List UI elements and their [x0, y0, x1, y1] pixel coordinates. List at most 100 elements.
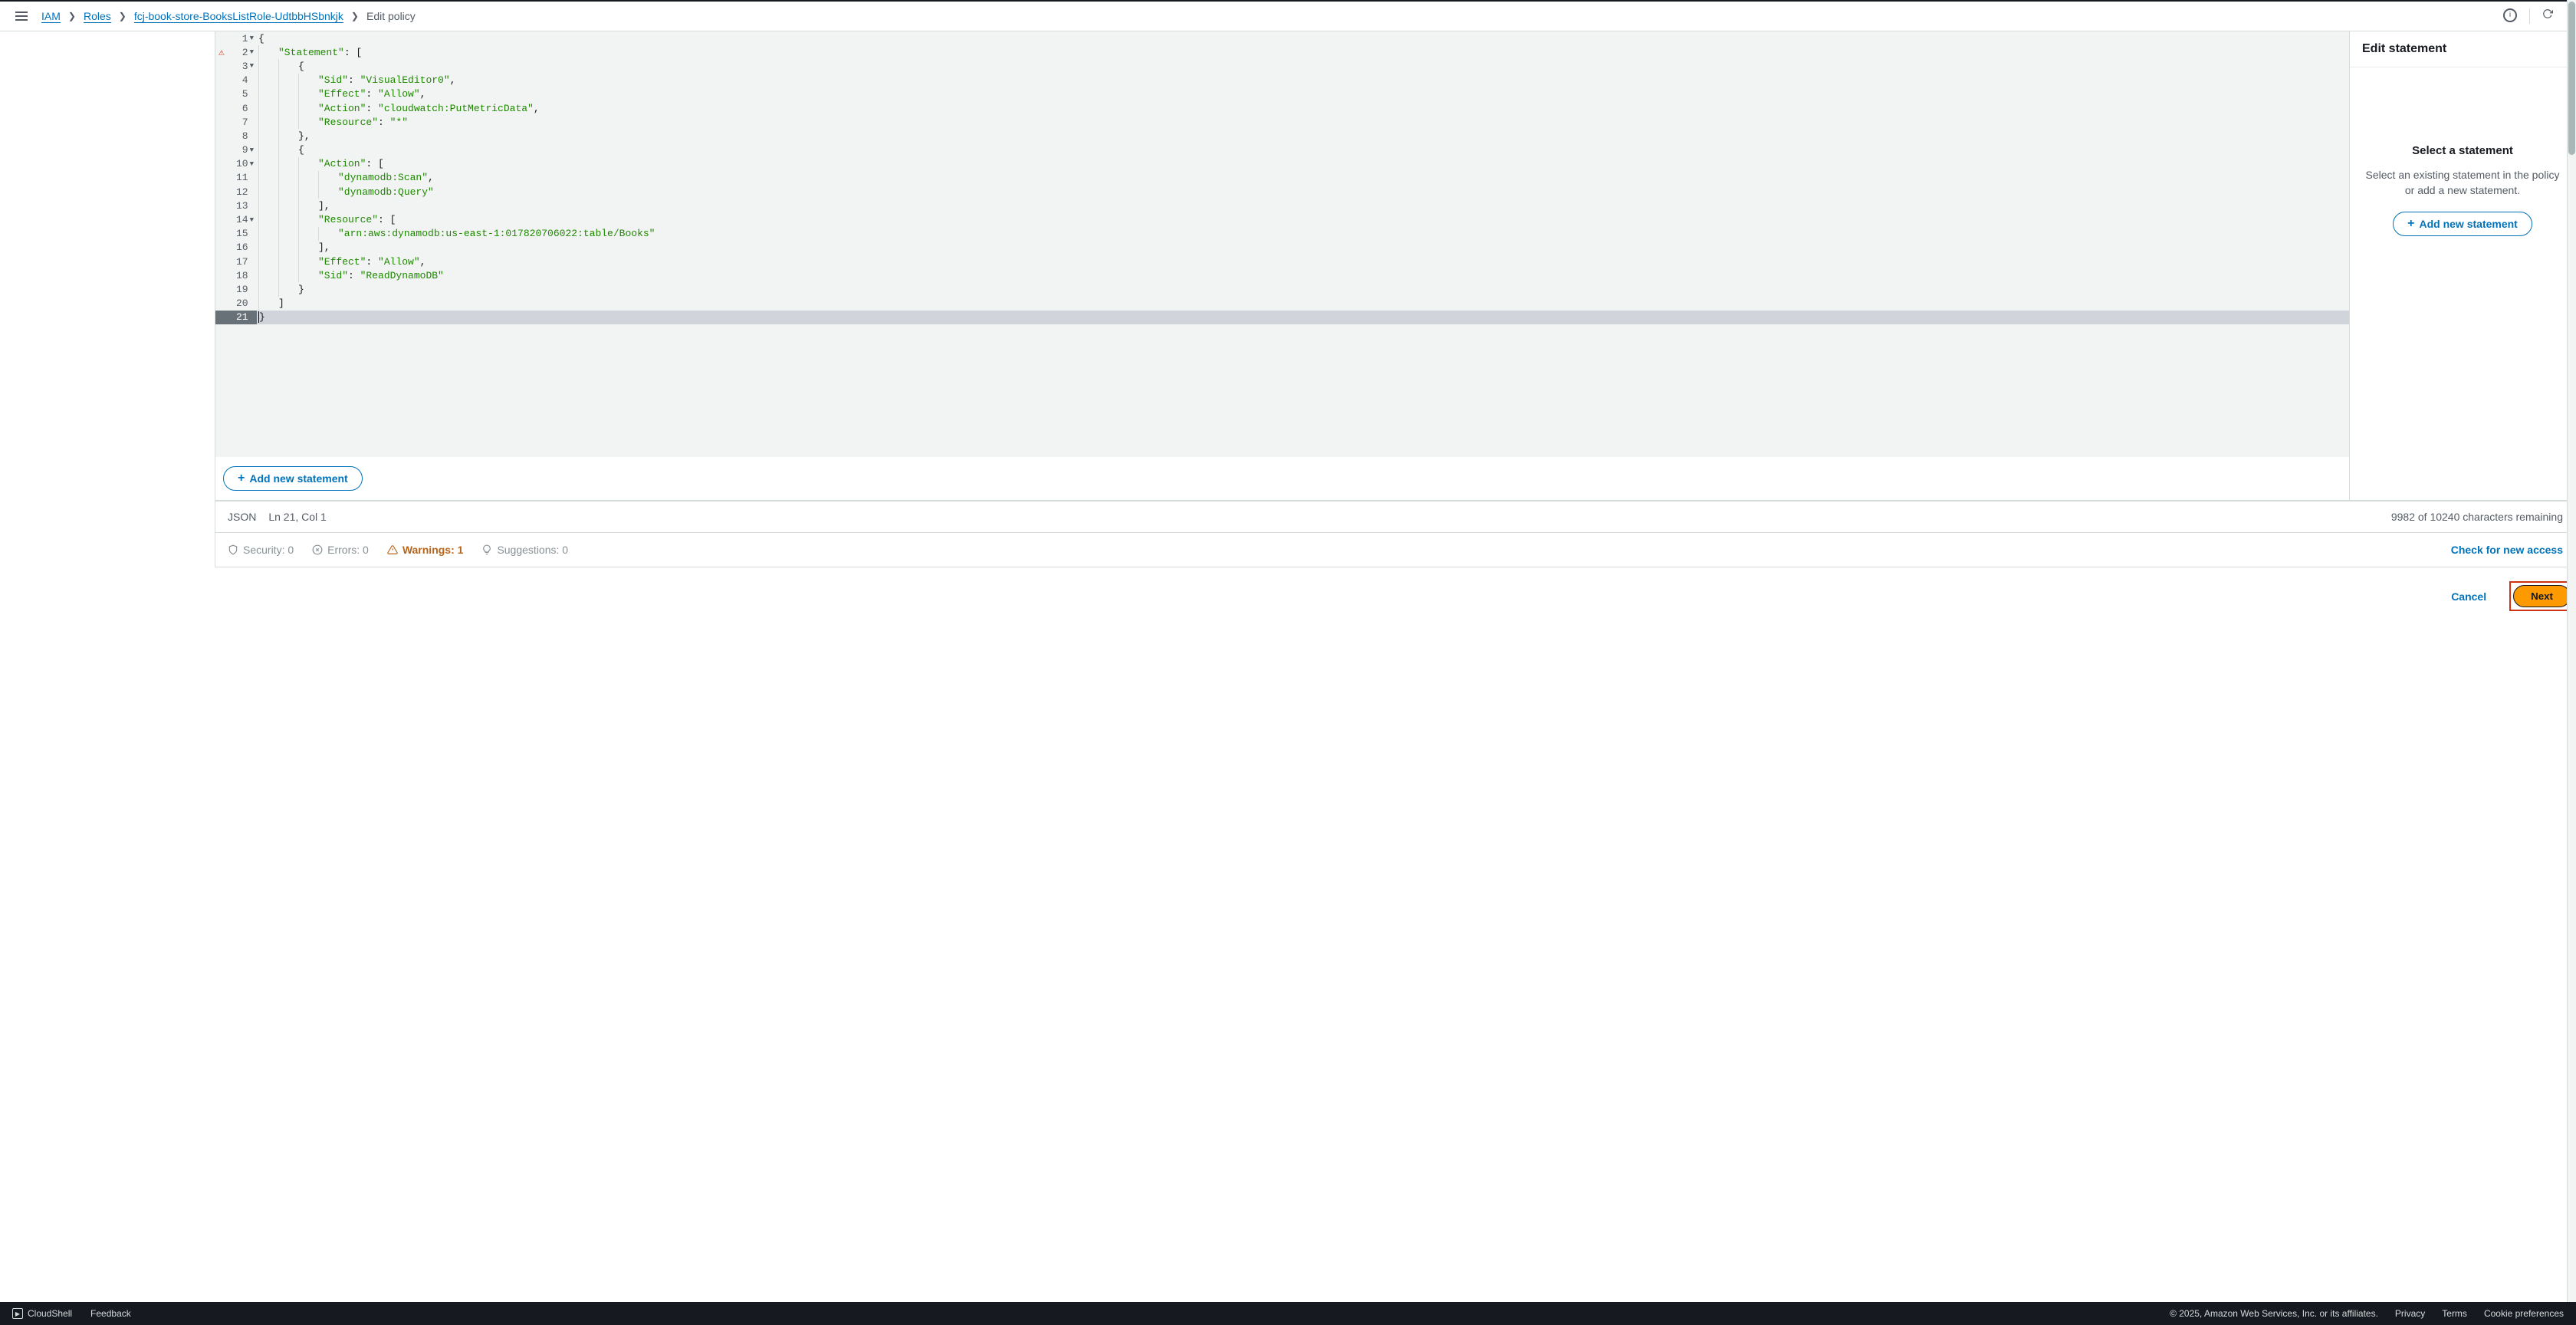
code-editor-panel: 1▼⚠2▼3▼4▼5▼6▼7▼8▼9▼10▼11▼12▼13▼14▼15▼16▼… — [215, 31, 2350, 501]
side-add-statement-label: Add new statement — [2419, 218, 2517, 230]
bottom-bar: ▶ CloudShell Feedback © 2025, Amazon Web… — [0, 1302, 2576, 1325]
gutter-line[interactable]: 7▼ — [215, 115, 257, 129]
gutter-line[interactable]: 3▼ — [215, 59, 257, 73]
next-button[interactable]: Next — [2513, 585, 2571, 607]
gutter-line[interactable]: 20▼ — [215, 297, 257, 311]
fold-caret-icon[interactable]: ▼ — [250, 146, 254, 154]
side-add-statement-button[interactable]: + Add new statement — [2393, 212, 2532, 236]
privacy-link[interactable]: Privacy — [2395, 1308, 2425, 1319]
suggestions-count[interactable]: Suggestions: 0 — [481, 544, 568, 556]
breadcrumb-iam[interactable]: IAM — [41, 10, 61, 23]
check-new-access-link[interactable]: Check for new access — [2451, 544, 2563, 556]
warning-icon: ⚠ — [219, 47, 225, 58]
cloudshell-button[interactable]: ▶ CloudShell — [12, 1308, 72, 1319]
plus-icon: + — [2407, 217, 2414, 231]
gutter-line[interactable]: 6▼ — [215, 101, 257, 115]
action-bar: Cancel Next — [215, 567, 2576, 625]
fold-caret-icon[interactable]: ▼ — [250, 62, 254, 70]
gutter-line[interactable]: 11▼ — [215, 171, 257, 185]
code-line[interactable]: "arn:aws:dynamodb:us-east-1:017820706022… — [257, 227, 2349, 241]
breadcrumb-current: Edit policy — [366, 10, 416, 22]
gutter-line[interactable]: 5▼ — [215, 87, 257, 101]
scrollbar-thumb[interactable] — [2568, 2, 2575, 155]
status-language: JSON — [228, 511, 256, 523]
code-line[interactable]: "Sid": "VisualEditor0", — [257, 74, 2349, 87]
select-statement-heading: Select a statement — [2365, 144, 2560, 157]
code-line[interactable]: "dynamodb:Query" — [257, 185, 2349, 199]
code-line[interactable]: } — [257, 311, 2349, 324]
chevron-right-icon: ❯ — [351, 11, 359, 21]
copyright-text: © 2025, Amazon Web Services, Inc. or its… — [2170, 1308, 2378, 1319]
shield-icon — [228, 544, 238, 555]
code-line[interactable]: "Action": "cloudwatch:PutMetricData", — [257, 101, 2349, 115]
security-count[interactable]: Security: 0 — [228, 544, 294, 556]
error-icon — [312, 544, 323, 555]
gutter-line[interactable]: 10▼ — [215, 157, 257, 171]
add-new-statement-button[interactable]: + Add new statement — [223, 466, 363, 491]
warnings-count[interactable]: Warnings: 1 — [387, 544, 464, 556]
gutter-line[interactable]: 14▼ — [215, 212, 257, 226]
gutter-line[interactable]: 18▼ — [215, 268, 257, 282]
code-line[interactable]: "Effect": "Allow", — [257, 255, 2349, 268]
refresh-icon[interactable] — [2542, 8, 2553, 19]
code-line[interactable]: "Resource": [ — [257, 212, 2349, 226]
feedback-link[interactable]: Feedback — [90, 1308, 131, 1319]
gutter-line[interactable]: 16▼ — [215, 241, 257, 255]
top-nav-bar: IAM ❯ Roles ❯ fcj-book-store-BooksListRo… — [0, 0, 2576, 31]
fold-caret-icon[interactable]: ▼ — [250, 48, 254, 56]
select-statement-body: Select an existing statement in the poli… — [2365, 168, 2560, 198]
code-line[interactable]: }, — [257, 129, 2349, 143]
status-cursor-pos: Ln 21, Col 1 — [268, 511, 327, 523]
cancel-button[interactable]: Cancel — [2436, 584, 2502, 609]
code-line[interactable]: { — [257, 59, 2349, 73]
chevron-right-icon: ❯ — [119, 11, 127, 21]
code-line[interactable]: "Effect": "Allow", — [257, 87, 2349, 101]
terminal-icon: ▶ — [12, 1308, 23, 1319]
code-line[interactable]: "dynamodb:Scan", — [257, 171, 2349, 185]
code-line[interactable]: "Resource": "*" — [257, 115, 2349, 129]
code-line[interactable]: { — [257, 31, 2349, 45]
breadcrumb-role-name[interactable]: fcj-book-store-BooksListRole-UdtbbHSbnkj… — [134, 10, 343, 23]
gutter-line[interactable]: 8▼ — [215, 129, 257, 143]
code-line[interactable]: { — [257, 143, 2349, 157]
breadcrumb-roles[interactable]: Roles — [84, 10, 111, 23]
gutter-line[interactable]: ⚠2▼ — [215, 45, 257, 59]
next-button-highlight: Next — [2509, 581, 2574, 611]
gutter-line[interactable]: 13▼ — [215, 199, 257, 212]
edit-statement-panel: Edit statement Select a statement Select… — [2350, 31, 2576, 501]
gutter-line[interactable]: 4▼ — [215, 74, 257, 87]
lightbulb-icon — [481, 544, 492, 555]
gutter-line[interactable]: 21▼ — [215, 311, 257, 324]
code-line[interactable]: "Sid": "ReadDynamoDB" — [257, 268, 2349, 282]
warning-icon — [387, 544, 398, 555]
page-scrollbar[interactable] — [2567, 0, 2576, 1302]
errors-count[interactable]: Errors: 0 — [312, 544, 369, 556]
fold-caret-icon[interactable]: ▼ — [250, 160, 254, 168]
gutter-line[interactable]: 12▼ — [215, 185, 257, 199]
panel-title: Edit statement — [2350, 31, 2575, 67]
breadcrumb: IAM ❯ Roles ❯ fcj-book-store-BooksListRo… — [41, 10, 416, 23]
gutter-line[interactable]: 9▼ — [215, 143, 257, 157]
editor-status-bar: JSON Ln 21, Col 1 9982 of 10240 characte… — [215, 501, 2576, 533]
chevron-right-icon: ❯ — [68, 11, 76, 21]
gutter-line[interactable]: 17▼ — [215, 255, 257, 268]
code-line[interactable]: ] — [257, 297, 2349, 311]
code-line[interactable]: } — [257, 282, 2349, 296]
code-editor[interactable]: 1▼⚠2▼3▼4▼5▼6▼7▼8▼9▼10▼11▼12▼13▼14▼15▼16▼… — [215, 31, 2349, 457]
info-icon[interactable]: i — [2503, 8, 2517, 22]
code-line[interactable]: "Action": [ — [257, 157, 2349, 171]
terms-link[interactable]: Terms — [2442, 1308, 2467, 1319]
gutter-line[interactable]: 1▼ — [215, 31, 257, 45]
gutter-line[interactable]: 19▼ — [215, 282, 257, 296]
issue-bar: Security: 0 Errors: 0 Warnings: 1 Sugges… — [215, 533, 2576, 567]
gutter-line[interactable]: 15▼ — [215, 227, 257, 241]
fold-caret-icon[interactable]: ▼ — [250, 35, 254, 42]
code-line[interactable]: "Statement": [ — [257, 45, 2349, 59]
menu-icon[interactable] — [15, 12, 28, 21]
cookies-link[interactable]: Cookie preferences — [2484, 1308, 2564, 1319]
fold-caret-icon[interactable]: ▼ — [250, 216, 254, 224]
code-line[interactable]: ], — [257, 199, 2349, 212]
add-new-statement-label: Add new statement — [249, 472, 347, 485]
code-line[interactable]: ], — [257, 241, 2349, 255]
status-char-count: 9982 of 10240 characters remaining — [2391, 511, 2563, 523]
